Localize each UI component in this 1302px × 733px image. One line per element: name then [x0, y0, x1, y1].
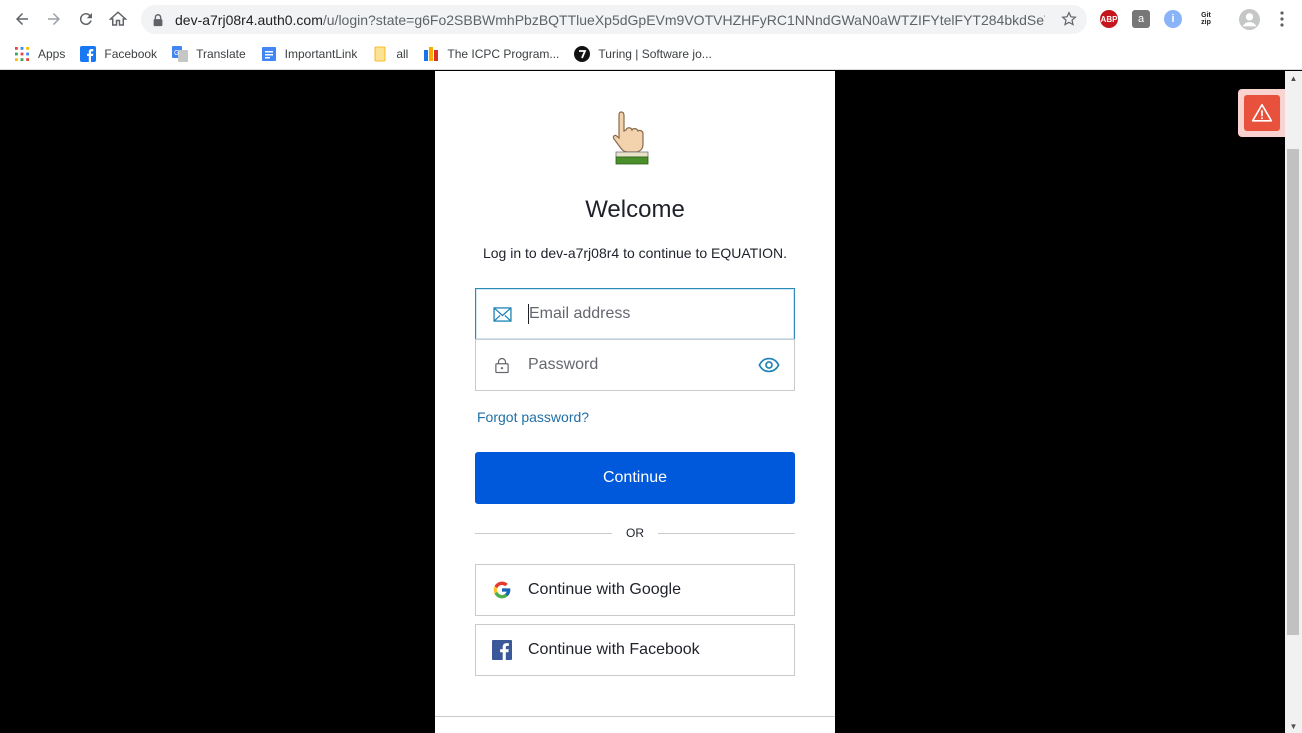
info-extension-label: i: [1171, 13, 1175, 25]
url-host: dev-a7rj08r4.auth0.com: [175, 11, 323, 28]
show-password-eye-icon[interactable]: [758, 354, 780, 376]
gitzip-extension-icon[interactable]: Git zip: [1196, 10, 1216, 28]
bookmark-label: all: [396, 46, 409, 61]
bookmark-label: Turing | Software jo...: [598, 46, 712, 61]
email-placeholder: Email address: [529, 305, 631, 322]
svg-text:G: G: [174, 50, 179, 57]
scroll-down-arrow-icon[interactable]: ▼: [1285, 719, 1302, 733]
bookmark-apps[interactable]: Apps: [14, 46, 65, 62]
url-path: /u/login?state=g6Fo2SBBWmhPbzBQTTlueXp5d…: [322, 11, 1045, 28]
bookmark-all[interactable]: all: [372, 46, 408, 62]
bookmark-star-icon[interactable]: [1061, 11, 1077, 27]
info-extension-icon[interactable]: i: [1164, 10, 1182, 28]
gitzip-label: Git zip: [1201, 12, 1211, 26]
bookmark-facebook[interactable]: Facebook: [80, 45, 158, 62]
bookmark-label: The ICPC Program...: [447, 46, 560, 61]
bookmark-importantlink[interactable]: ImportantLink: [261, 46, 358, 62]
card-divider: [435, 716, 835, 717]
page-background: Welcome Log in to dev-a7rj08r4 to contin…: [0, 71, 1302, 733]
reload-icon[interactable]: [70, 3, 102, 35]
bookmark-translate[interactable]: G Translate: [172, 45, 246, 62]
apps-grid-icon: [14, 46, 30, 62]
password-field[interactable]: Password: [475, 339, 795, 391]
translate-icon: G: [172, 45, 189, 62]
scroll-thumb[interactable]: [1287, 149, 1299, 635]
facebook-icon: [476, 625, 528, 675]
scroll-up-arrow-icon[interactable]: ▲: [1285, 71, 1302, 85]
adblock-extension-icon[interactable]: ABP: [1100, 10, 1118, 28]
a-extension-label: a: [1137, 13, 1145, 25]
page-scrollbar[interactable]: ▲ ▼: [1285, 71, 1302, 733]
bookmark-label: Facebook: [104, 46, 158, 61]
warning-extension-badge[interactable]: [1238, 89, 1286, 137]
continue-button[interactable]: Continue: [475, 452, 795, 504]
url-text: dev-a7rj08r4.auth0.com/u/login?state=g6F…: [175, 12, 1045, 28]
continue-with-facebook-button[interactable]: Continue with Facebook: [475, 624, 795, 676]
page-title: Welcome: [585, 196, 685, 223]
turing-icon: [574, 45, 591, 62]
or-label: OR: [626, 526, 644, 540]
bookmark-label: Translate: [196, 46, 246, 61]
page-subtitle: Log in to dev-a7rj08r4 to continue to EQ…: [482, 245, 787, 261]
facebook-button-label: Continue with Facebook: [528, 641, 700, 658]
password-placeholder: Password: [528, 356, 599, 373]
bookmark-turing[interactable]: Turing | Software jo...: [574, 45, 712, 62]
lock-icon: [476, 340, 528, 390]
home-icon[interactable]: [102, 3, 134, 35]
divider-line: [658, 532, 795, 534]
forward-icon[interactable]: [38, 3, 70, 35]
warning-icon: [1244, 95, 1280, 131]
icpc-icon: [423, 46, 439, 62]
bookmarks-bar: Apps Facebook G Translate ImportantLink …: [0, 38, 1302, 70]
google-button-label: Continue with Google: [528, 581, 681, 598]
continue-with-google-button[interactable]: Continue with Google: [475, 564, 795, 616]
profile-avatar-icon[interactable]: [1239, 9, 1260, 30]
back-icon[interactable]: [6, 3, 38, 35]
google-icon: [476, 565, 528, 615]
browser-menu-icon[interactable]: [1276, 11, 1288, 27]
browser-toolbar: dev-a7rj08r4.auth0.com/u/login?state=g6F…: [0, 0, 1302, 38]
forgot-password-link[interactable]: Forgot password?: [477, 409, 589, 425]
folder-icon: [372, 46, 388, 62]
envelope-icon: [476, 289, 528, 339]
bookmark-label: ImportantLink: [284, 46, 358, 61]
email-field[interactable]: Email address: [475, 288, 795, 340]
lock-icon: [153, 13, 163, 26]
facebook-icon: [80, 45, 97, 62]
address-bar[interactable]: dev-a7rj08r4.auth0.com/u/login?state=g6F…: [141, 5, 1087, 34]
or-divider: OR: [475, 526, 795, 540]
bookmark-icpc[interactable]: The ICPC Program...: [423, 46, 559, 62]
a-extension-icon[interactable]: a: [1132, 10, 1150, 28]
docs-icon: [261, 46, 277, 62]
adblock-label: ABP: [1100, 14, 1118, 24]
login-card: Welcome Log in to dev-a7rj08r4 to contin…: [435, 71, 835, 733]
pointing-hand-logo-icon: [612, 111, 649, 165]
bookmark-label: Apps: [38, 46, 66, 61]
divider-line: [475, 532, 612, 534]
